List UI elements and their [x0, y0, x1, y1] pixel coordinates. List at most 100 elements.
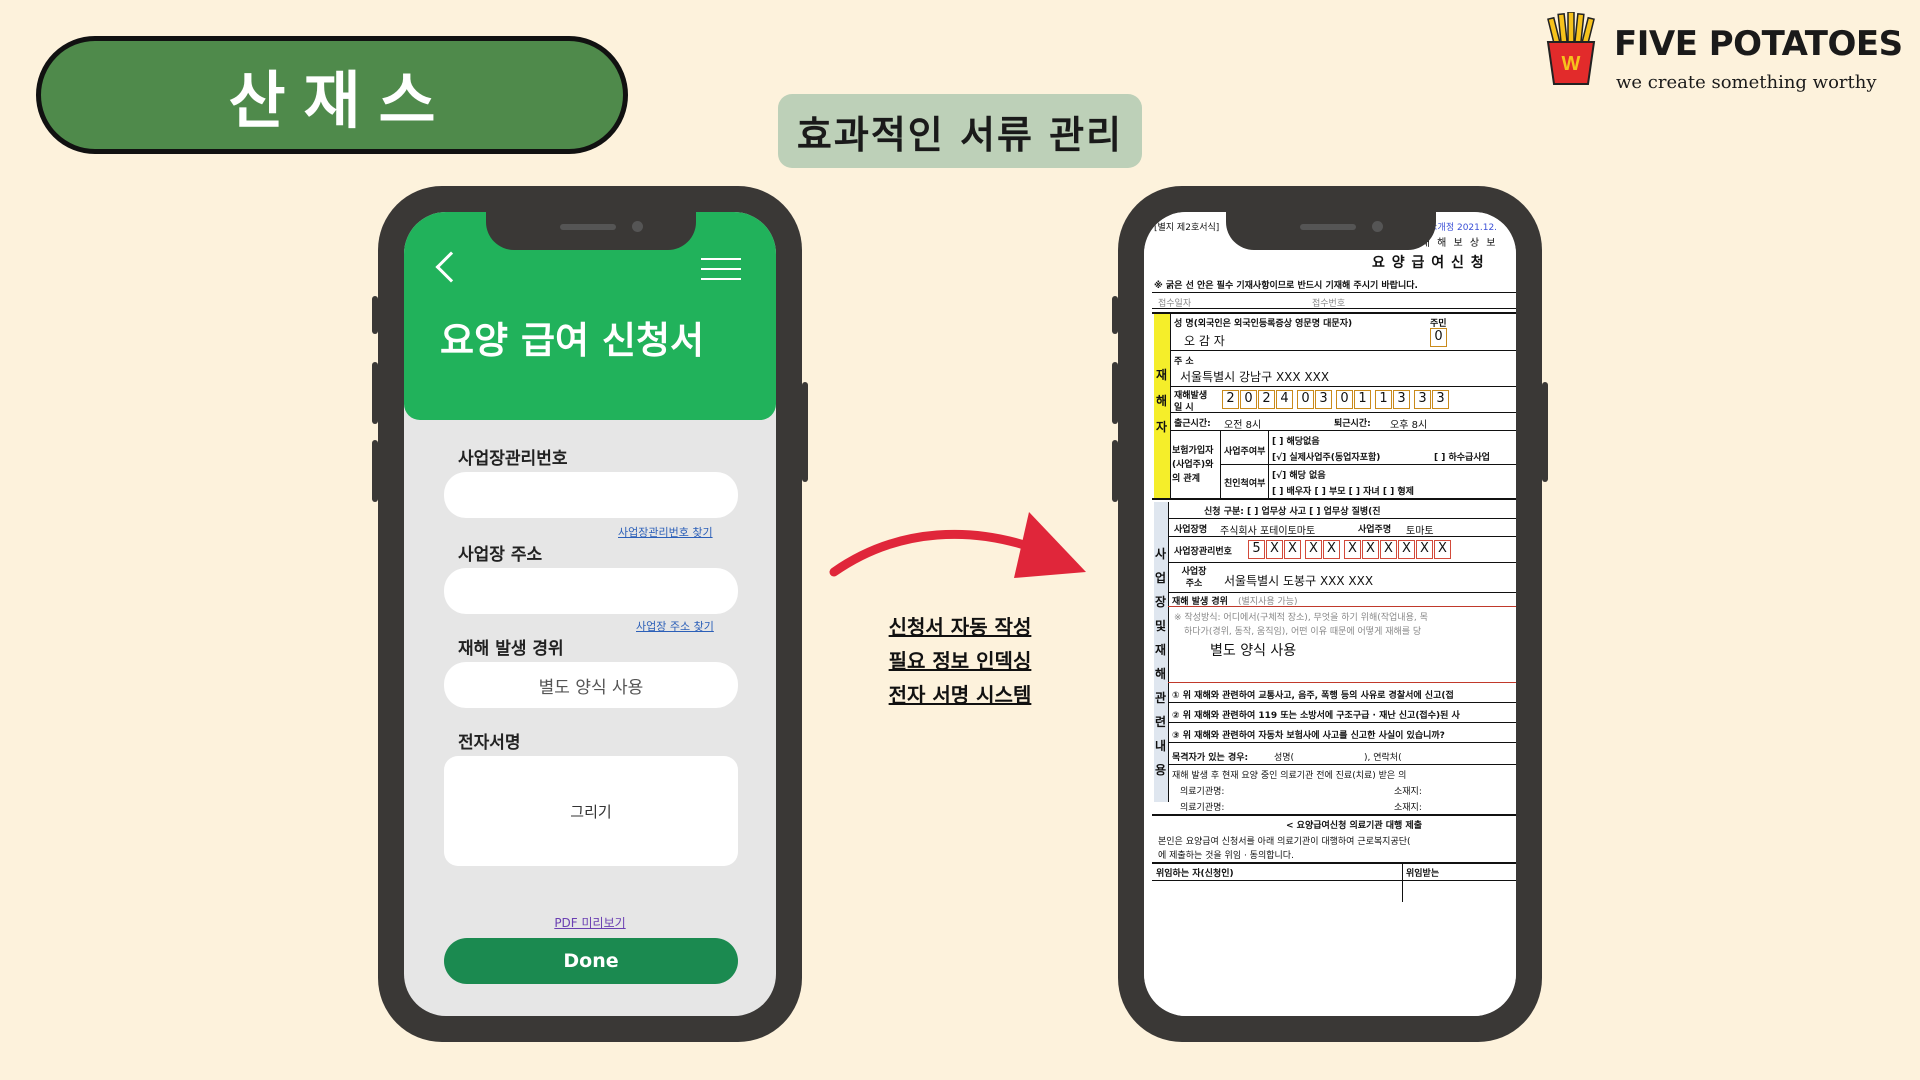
field-label-biz-no: 사업장관리번호 — [458, 449, 568, 469]
question-1: ① 위 재해와 관련하여 교통사고, 음주, 폭행 등의 사유로 경찰서에 신고… — [1172, 691, 1454, 701]
datetime-digit: 1 — [1375, 390, 1392, 409]
feature-item: 신청서 자동 작성 — [888, 615, 1032, 639]
biz-no-boxes: 5 X X X X X X X X X X — [1248, 540, 1451, 559]
biz-address-label: 사업장 주소 — [1181, 567, 1207, 589]
workplace-side-label: 사업장 및 재해 관련 내용 — [1155, 547, 1167, 777]
phone-notch — [486, 212, 696, 250]
datetime-digit: 0 — [1336, 390, 1353, 409]
app-screen: 요양 급여 신청서 사업장관리번호 사업장관리번호 찾기 사업장 주소 사업장 … — [404, 212, 776, 1016]
brand: W FIVE POTATOES we create something wort… — [1540, 12, 1910, 93]
treatment-note: 재해 발생 후 현재 요양 중인 의료기관 전에 진료(치료) 받은 의 — [1172, 771, 1407, 781]
signature-pad[interactable]: 그리기 — [444, 756, 738, 866]
hospital-name-2: 의료기관명: — [1180, 803, 1225, 813]
biz-no-digit: X — [1380, 540, 1397, 559]
accident-detail-input[interactable]: 별도 양식 사용 — [444, 662, 738, 708]
brand-name: FIVE POTATOES — [1614, 24, 1903, 64]
phone-side-button — [1112, 296, 1118, 334]
delegator-label: 위임하는 자(신청인) — [1156, 869, 1234, 879]
biz-address-input[interactable] — [444, 568, 738, 614]
biz-no-digit: X — [1344, 540, 1361, 559]
back-chevron-icon[interactable] — [435, 251, 467, 283]
feature-list: 신청서 자동 작성 필요 정보 인덱싱 전자 서명 시스템 — [860, 610, 1060, 712]
datetime-digit: 3 — [1315, 390, 1332, 409]
biz-no-digit: X — [1284, 540, 1301, 559]
phone-side-button — [372, 440, 378, 502]
datetime-digit: 3 — [1393, 390, 1410, 409]
owner-name-label: 사업주명 — [1358, 525, 1392, 535]
claim-form-document: [별지 제2호서식] <개정 2021.12. 산 업 재 해 보 상 보 요 … — [1144, 212, 1516, 1016]
title-pill: 산재스 — [36, 36, 628, 154]
hospital-name-1: 의료기관명: — [1180, 787, 1225, 797]
company-name-label: 사업장명 — [1174, 525, 1208, 535]
witness-contact: ), 연락처( — [1364, 753, 1402, 763]
question-2: ② 위 재해와 관련하여 119 또는 소방서에 구조구급 · 재난 신고(접수… — [1172, 711, 1460, 721]
phone-side-button — [372, 296, 378, 334]
page-title: 산재스 — [228, 64, 454, 137]
biz-no-digit: X — [1305, 540, 1322, 559]
victim-side-label: 재해자 — [1156, 368, 1168, 434]
option-family: [ ] 배우자 [ ] 부모 [ ] 자녀 [ ] 형제 — [1272, 487, 1414, 497]
datetime-digit: 1 — [1354, 390, 1371, 409]
witness-name: 성명( — [1274, 753, 1295, 763]
phone-side-button — [1112, 440, 1118, 502]
insured-relation-label: 보험가입자(사업주)와의 관계 — [1172, 446, 1214, 484]
name-label: 성 명(외국인은 외국인등록증상 영문명 대문자) — [1174, 319, 1353, 329]
feature-item: 필요 정보 인덱싱 — [888, 649, 1032, 673]
biz-no-digit: X — [1416, 540, 1433, 559]
hamburger-menu-icon[interactable] — [701, 258, 741, 280]
biz-no-label: 사업장관리번호 — [1174, 547, 1232, 557]
datetime-digit: 0 — [1297, 390, 1314, 409]
biz-no-digit: X — [1434, 540, 1451, 559]
commute-in-label: 출근시간: — [1174, 419, 1211, 429]
delegatee-label: 위임받는 — [1406, 869, 1440, 879]
find-biz-address-link[interactable]: 사업장 주소 찾기 — [636, 618, 714, 634]
done-button[interactable]: Done — [444, 938, 738, 984]
commute-out-label: 퇴근시간: — [1334, 419, 1371, 429]
proxy-text-1: 본인은 요양급여 신청서를 아래 의료기관이 대행하여 근로복지공단( — [1158, 837, 1411, 847]
form-notice: ※ 굵은 선 안은 필수 기재사항이므로 반드시 기재해 주시기 바랍니다. — [1154, 281, 1418, 291]
pdf-preview-link[interactable]: PDF 미리보기 — [404, 914, 776, 931]
datetime-digit: 0 — [1240, 390, 1257, 409]
revised-date: <개정 2021.12. — [1430, 223, 1498, 233]
phone-document: [별지 제2호서식] <개정 2021.12. 산 업 재 해 보 상 보 요 … — [1112, 186, 1548, 1042]
document-screen: [별지 제2호서식] <개정 2021.12. 산 업 재 해 보 상 보 요 … — [1144, 212, 1516, 1016]
apply-type: 신청 구분: [ ] 업무상 사고 [ ] 업무상 질병(진 — [1204, 507, 1381, 517]
subtitle-text: 효과적인 서류 관리 — [796, 112, 1124, 157]
owner-name-value: 토마토 — [1406, 526, 1434, 537]
feature-item: 전자 서명 시스템 — [888, 683, 1032, 707]
commute-in-value: 오전 8시 — [1224, 420, 1262, 431]
field-label-biz-address: 사업장 주소 — [458, 545, 543, 565]
hospital-location-1: 소재지: — [1394, 787, 1422, 797]
datetime-digit: 4 — [1276, 390, 1293, 409]
option-none: [ ] 해당없음 — [1272, 437, 1320, 447]
datetime-digit: 2 — [1222, 390, 1239, 409]
biz-address-value: 서울특별시 도봉구 XXX XXX — [1224, 574, 1374, 588]
company-name-value: 주식회사 포테이토마토 — [1220, 526, 1316, 537]
owner-label: 사업주여부 — [1224, 447, 1266, 457]
phone-side-button — [1112, 362, 1118, 424]
accident-datetime-boxes: 2 0 2 4 0 3 0 1 1 3 3 3 — [1222, 390, 1449, 409]
find-biz-no-link[interactable]: 사업장관리번호 찾기 — [618, 524, 713, 540]
curved-arrow-icon — [829, 512, 1086, 578]
option-actual-owner: [√] 실제사업주(동업자포함) — [1272, 453, 1381, 463]
phone-notch — [1226, 212, 1436, 250]
witness-label: 목격자가 있는 경우: — [1172, 753, 1249, 763]
datetime-digit: 3 — [1432, 390, 1449, 409]
subtitle-badge: 효과적인 서류 관리 — [778, 94, 1142, 168]
accident-detail-value: 별도 양식 사용 — [1210, 643, 1297, 659]
proxy-text-2: 에 제출하는 것을 위임 · 동의합니다. — [1158, 851, 1294, 861]
biz-no-digit: X — [1362, 540, 1379, 559]
accident-hint-1: ※ 작성방식: 어디에서(구체적 장소), 무엇을 하기 위해(작업내용, 목 — [1174, 613, 1428, 623]
accident-datetime-label: 재해발생 일 시 — [1174, 391, 1208, 413]
field-label-accident: 재해 발생 경위 — [458, 639, 564, 659]
svg-text:W: W — [1562, 53, 1581, 75]
phone-side-button — [1542, 382, 1548, 482]
option-subcontract: [ ] 하수급사업 — [1434, 453, 1490, 463]
hospital-location-2: 소재지: — [1394, 803, 1422, 813]
biz-no-input[interactable] — [444, 472, 738, 518]
form-number: [별지 제2호서식] — [1154, 223, 1220, 233]
question-3: ③ 위 재해와 관련하여 자동차 보험사에 사고를 신고한 사실이 있습니까? — [1172, 731, 1445, 741]
datetime-digit: 2 — [1258, 390, 1275, 409]
option-none-2: [√] 해당 없음 — [1272, 471, 1326, 481]
biz-no-digit: 5 — [1248, 540, 1265, 559]
